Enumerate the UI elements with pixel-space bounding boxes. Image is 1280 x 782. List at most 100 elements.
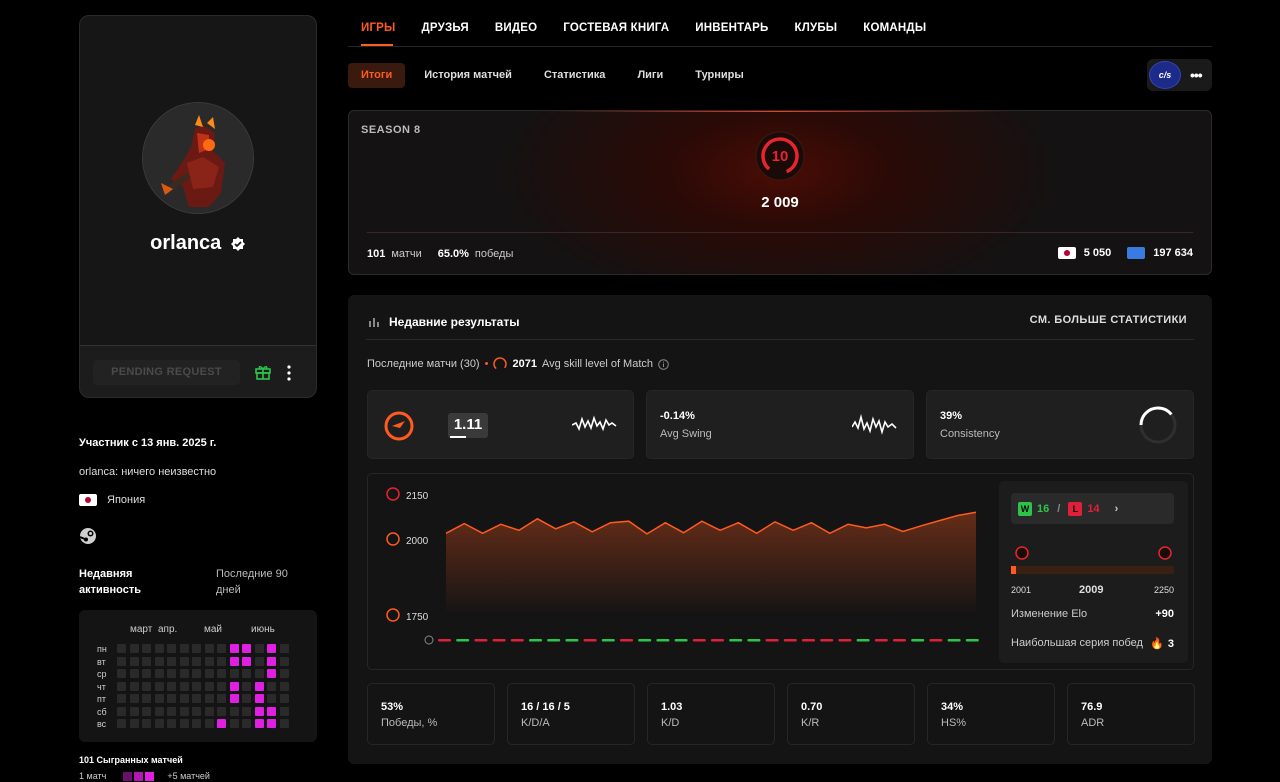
heatmap-cell xyxy=(204,669,214,678)
subtab-leagues[interactable]: Лиги xyxy=(621,63,679,88)
rating-sparkline xyxy=(572,415,617,432)
winrate-value: 65.0% xyxy=(437,248,469,260)
stat-value: 0.70 xyxy=(801,701,823,713)
match-result-loss[interactable] xyxy=(474,639,488,642)
match-result-win[interactable] xyxy=(911,639,925,642)
heatmap-cell xyxy=(242,644,251,653)
heatmap-cell xyxy=(204,706,214,716)
match-result-loss[interactable] xyxy=(438,639,451,642)
rating-gauge-icon xyxy=(384,411,414,441)
match-result-win[interactable] xyxy=(965,639,979,642)
consistency-card: 39% Consistency xyxy=(926,390,1194,459)
tab-inventory[interactable]: ИНВЕНТАРЬ xyxy=(695,22,768,34)
heatmap-cell xyxy=(117,706,126,716)
match-result-loss[interactable] xyxy=(838,639,852,642)
heatmap-cell xyxy=(279,669,289,678)
swing-sparkline xyxy=(852,413,897,435)
heatmap-cell xyxy=(154,694,164,703)
country: Япония xyxy=(79,494,145,506)
kda-stat: 16 / 16 / 5 K/D/A xyxy=(507,683,635,745)
tab-teams[interactable]: КОМАНДЫ xyxy=(863,22,926,34)
win-loss-summary[interactable]: W 16 / L 14 › xyxy=(1011,493,1174,524)
recent-results-card: Недавние результаты СМ. БОЛЬШЕ СТАТИСТИК… xyxy=(348,295,1212,764)
tab-games[interactable]: ИГРЫ xyxy=(361,22,396,34)
gift-icon[interactable] xyxy=(254,363,272,381)
match-result-win[interactable] xyxy=(947,639,961,642)
legend-swatch xyxy=(134,771,144,781)
match-result-loss[interactable] xyxy=(583,639,597,642)
match-result-win[interactable] xyxy=(456,639,470,642)
heatmap-cell xyxy=(242,706,251,716)
member-since: Участник с 13 янв. 2025 г. xyxy=(79,437,217,449)
rating-underline xyxy=(450,436,466,438)
match-result-loss[interactable] xyxy=(802,639,815,642)
main-tabs: ИГРЫ ДРУЗЬЯ ВИДЕО ГОСТЕВАЯ КНИГА ИНВЕНТА… xyxy=(361,22,926,34)
match-result-loss[interactable] xyxy=(692,639,706,642)
subtab-statistics[interactable]: Статистика xyxy=(528,63,622,88)
season-divider xyxy=(367,232,1193,233)
match-result-win[interactable] xyxy=(729,639,743,642)
subtab-tournaments[interactable]: Турниры xyxy=(679,63,760,88)
match-result-win[interactable] xyxy=(674,639,688,642)
heatmap-cell xyxy=(254,656,264,666)
win-streak-number: 3 xyxy=(1167,638,1174,650)
day-label: ср xyxy=(97,669,107,679)
tab-friends[interactable]: ДРУЗЬЯ xyxy=(422,22,469,34)
pending-request-button[interactable]: PENDING REQUEST xyxy=(93,360,240,385)
heatmap-cell xyxy=(267,681,276,691)
match-result-loss[interactable] xyxy=(820,639,834,642)
heatmap-cell xyxy=(267,656,276,666)
heatmap-cell xyxy=(167,644,176,653)
see-more-stats-link[interactable]: СМ. БОЛЬШЕ СТАТИСТИКИ xyxy=(1030,314,1187,326)
heatmap-cell xyxy=(117,719,126,728)
tab-videos[interactable]: ВИДЕО xyxy=(495,22,537,34)
match-result-loss[interactable] xyxy=(711,639,724,642)
match-result-loss[interactable] xyxy=(929,639,943,642)
game-switcher[interactable]: c/s ••• xyxy=(1147,59,1212,91)
heatmap-cell xyxy=(129,644,139,653)
match-result-loss[interactable] xyxy=(874,639,888,642)
country-name: Япония xyxy=(107,494,146,506)
match-result-loss[interactable] xyxy=(510,639,524,642)
results-info-icon[interactable] xyxy=(424,635,434,645)
elo-min: 2001 xyxy=(1011,585,1032,595)
subtab-match-history[interactable]: История матчей xyxy=(408,63,528,88)
match-result-win[interactable] xyxy=(656,639,670,642)
stat-label: ADR xyxy=(1081,717,1105,729)
match-result-loss[interactable] xyxy=(620,639,633,642)
heatmap-cell xyxy=(167,719,176,728)
more-games-icon[interactable]: ••• xyxy=(1190,67,1203,83)
info-icon[interactable] xyxy=(658,358,669,370)
steam-icon[interactable] xyxy=(79,527,97,545)
cs2-logo-icon[interactable]: c/s xyxy=(1149,61,1181,89)
chevron-right-icon[interactable]: › xyxy=(1115,503,1119,515)
heatmap-cell xyxy=(242,719,251,728)
match-result-loss[interactable] xyxy=(765,639,779,642)
match-result-win[interactable] xyxy=(565,639,579,642)
match-result-win[interactable] xyxy=(747,639,761,642)
tab-guestbook[interactable]: ГОСТЕВАЯ КНИГА xyxy=(563,22,669,34)
tab-clubs[interactable]: КЛУБЫ xyxy=(795,22,838,34)
month-label: март xyxy=(130,624,153,635)
day-label: чт xyxy=(97,681,106,692)
match-result-win[interactable] xyxy=(547,639,561,642)
stats-bars-icon xyxy=(369,318,379,327)
japan-flag-icon xyxy=(79,494,97,506)
heatmap-cell xyxy=(117,669,126,678)
matches-label: матчи xyxy=(391,248,422,260)
match-result-loss[interactable] xyxy=(783,639,797,642)
more-options-icon[interactable] xyxy=(286,365,292,381)
match-result-win[interactable] xyxy=(856,639,870,642)
heatmap-cell xyxy=(167,669,176,678)
level-10-min-icon xyxy=(1015,546,1029,560)
match-result-win[interactable] xyxy=(638,639,652,642)
match-result-loss[interactable] xyxy=(893,639,906,642)
match-result-win[interactable] xyxy=(529,639,542,642)
country-rank-flag-icon xyxy=(1057,247,1076,259)
match-result-loss[interactable] xyxy=(492,639,506,642)
avg-skill-value: 2071 xyxy=(512,358,537,370)
subtab-overview[interactable]: Итоги xyxy=(348,63,406,88)
heatmap-cell xyxy=(117,644,126,653)
heatmap-cell xyxy=(217,656,226,666)
match-result-win[interactable] xyxy=(601,639,615,642)
